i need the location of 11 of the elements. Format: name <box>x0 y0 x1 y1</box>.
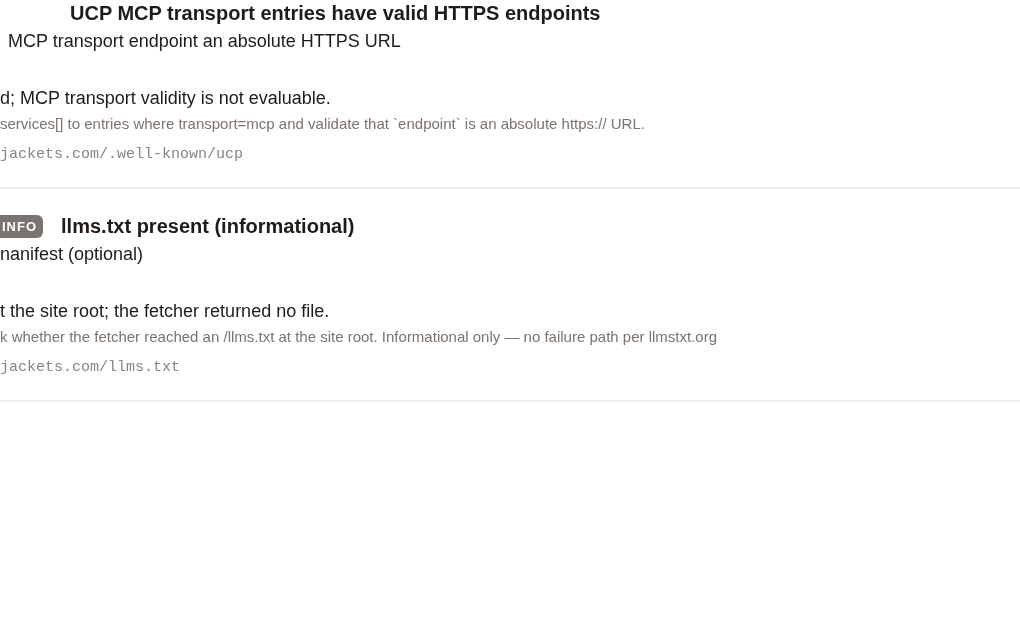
check-subtitle: nanifest (optional) <box>0 244 145 265</box>
detail-text: services[] to entries where transport=mcp and validate that `endpoint` is an absolute https:// URL. <box>0 115 646 132</box>
finding-text: d; MCP transport validity is not evaluable. <box>0 88 332 109</box>
finding-text: t the site root; the fetcher returned no file. <box>0 301 331 322</box>
check-title: UCP MCP transport entries have valid HTTPS endpoints <box>70 2 601 25</box>
source-url: jackets.com/.well-known/ucp <box>0 146 245 163</box>
check-title: llms.txt present (informational) <box>61 215 355 238</box>
check-subtitle: MCP transport endpoint an absolute HTTPS URL <box>8 31 402 52</box>
severity-badge: INFO <box>0 215 44 238</box>
detail-text: k whether the fetcher reached an /llms.txt at the site root. Informational only — no failure path per llmstxt.org <box>0 328 718 345</box>
source-url: jackets.com/llms.txt <box>0 359 182 376</box>
